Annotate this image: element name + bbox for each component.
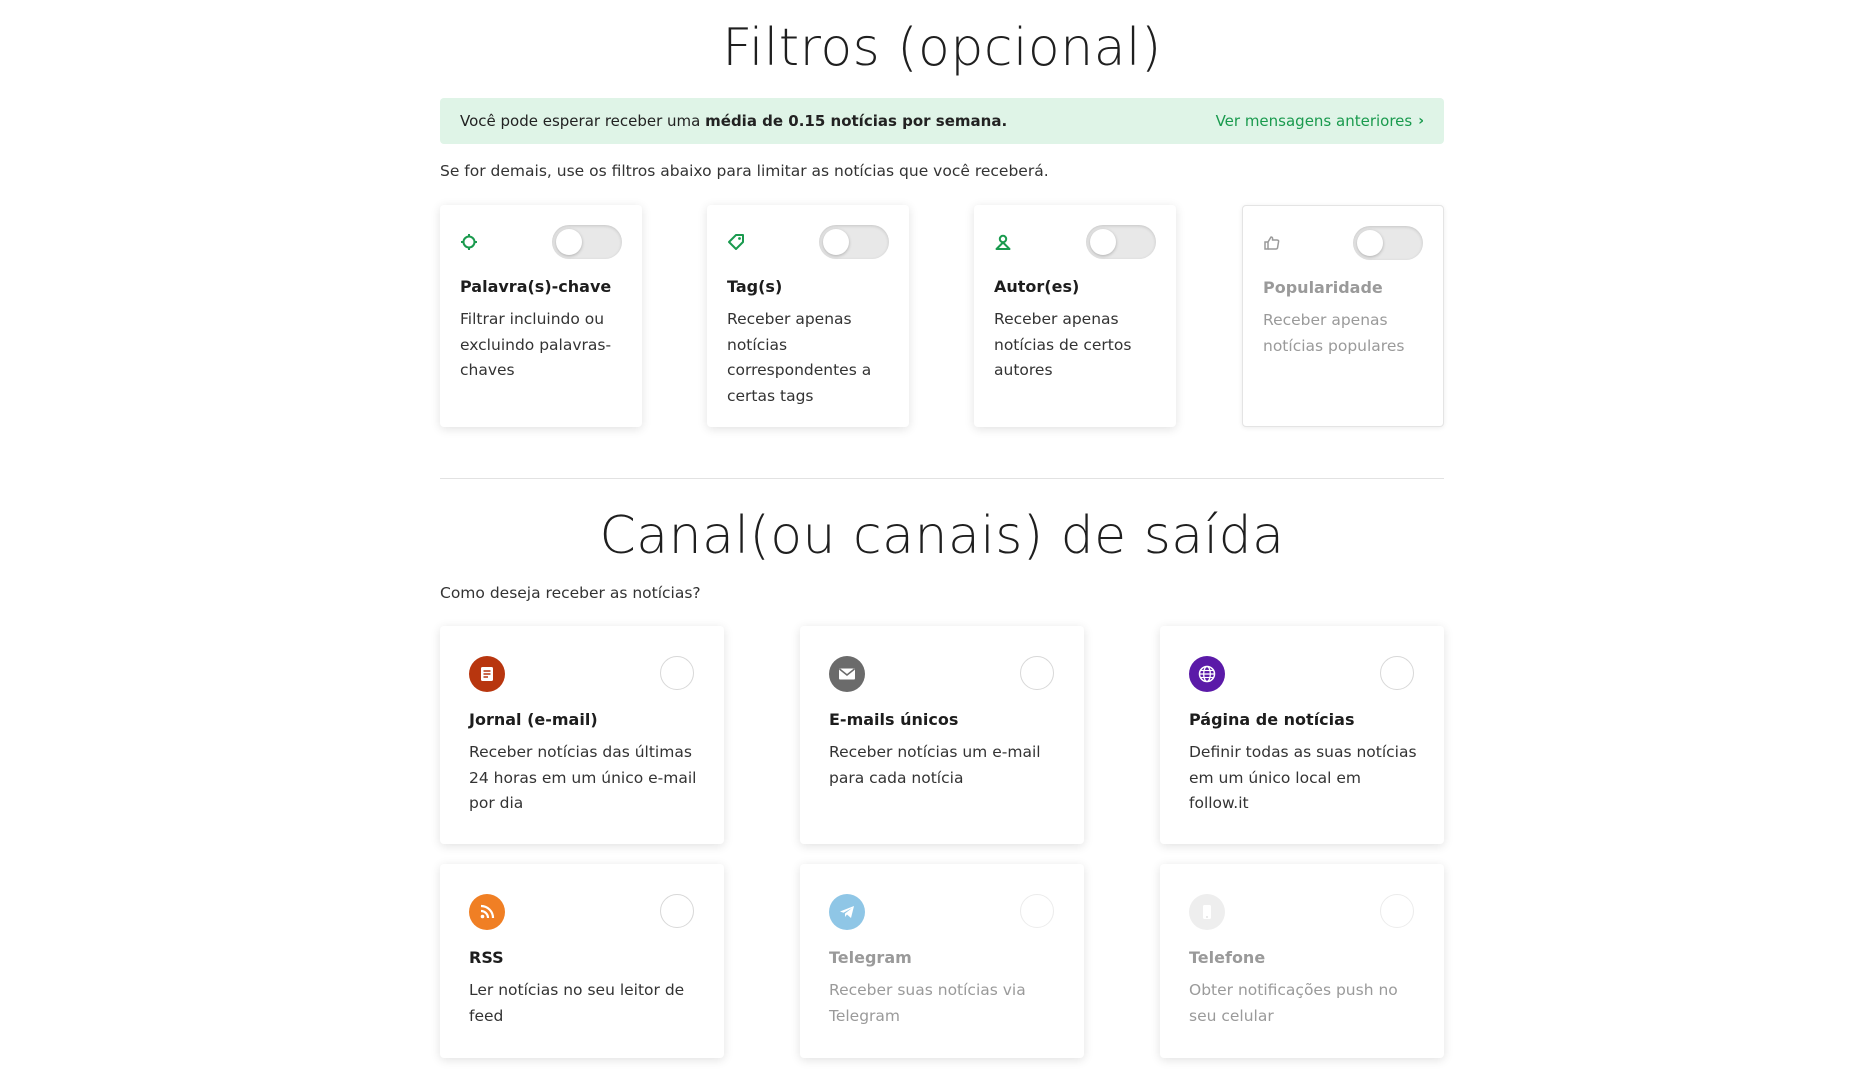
channel-card-news-page[interactable]: Página de notícias Definir todas as suas… [1160,626,1444,844]
channel-card-rss[interactable]: RSS Ler notícias no seu leitor de feed [440,864,724,1058]
tags-toggle[interactable] [819,225,889,259]
phone-radio[interactable] [1380,894,1414,928]
channel-title: Jornal (e-mail) [469,710,598,729]
info-prefix: Você pode esperar receber uma [460,112,706,130]
telegram-radio[interactable] [1020,894,1054,928]
filter-desc: Filtrar incluindo ou excluindo palavras-… [460,310,612,379]
channel-desc: Receber suas notícias via Telegram [829,981,1026,1025]
prev-messages-label: Ver mensagens anteriores [1215,112,1413,130]
channel-title: Telegram [829,948,912,967]
channel-desc: Receber notícias das últimas 24 horas em… [469,743,697,812]
authors-toggle[interactable] [1086,225,1156,259]
channel-title: Página de notícias [1189,710,1355,729]
toggle-knob [1357,230,1383,256]
popularity-toggle[interactable] [1353,226,1423,260]
toggle-knob [1090,229,1116,255]
newspaper-icon [469,656,505,692]
channel-card-newspaper[interactable]: Jornal (e-mail) Receber notícias das últ… [440,626,724,844]
filter-title: Popularidade [1263,278,1383,297]
filter-desc: Receber apenas notícias populares [1263,311,1405,355]
filter-card-keywords[interactable]: Palavra(s)-chave Filtrar incluindo ou ex… [440,205,642,427]
channel-title: RSS [469,948,504,967]
rss-icon [469,894,505,930]
prev-messages-link[interactable]: Ver mensagens anteriores › [1216,112,1424,130]
channels-title: Canal(ou canais) de saída [599,506,1285,566]
single-emails-radio[interactable] [1020,656,1054,690]
filter-card-authors[interactable]: Autor(es) Receber apenas notícias de cer… [974,205,1176,427]
channel-desc: Obter notificações push no seu celular [1189,981,1398,1025]
globe-icon [1189,656,1225,692]
page: Filtros (opcional) Você pode esperar rec… [0,0,1872,1080]
tag-icon [727,233,745,251]
info-average: média de 0.15 notícias por semana. [705,112,1008,130]
newspaper-radio[interactable] [660,656,694,690]
user-icon [994,233,1012,251]
channel-desc: Ler notícias no seu leitor de feed [469,981,685,1025]
info-text: Você pode esperar receber uma média de 0… [460,112,1007,130]
channels-hint: Como deseja receber as notícias? [440,584,701,602]
phone-icon [1189,894,1225,930]
section-divider [440,478,1444,479]
thumbs-up-icon [1263,234,1281,252]
filter-title: Autor(es) [994,277,1080,296]
channel-title: Telefone [1189,948,1266,967]
channel-card-phone[interactable]: Telefone Obter notificações push no seu … [1160,864,1444,1058]
toggle-knob [823,229,849,255]
filter-card-popularity[interactable]: Popularidade Receber apenas notícias pop… [1242,205,1444,427]
filters-hint: Se for demais, use os filtros abaixo par… [440,162,1049,180]
channel-desc: Definir todas as suas notícias em um úni… [1189,743,1417,812]
channel-card-telegram[interactable]: Telegram Receber suas notícias via Teleg… [800,864,1084,1058]
channel-title: E-mails únicos [829,710,959,729]
rss-radio[interactable] [660,894,694,928]
news-page-radio[interactable] [1380,656,1414,690]
chevron-right-icon: › [1418,113,1424,129]
filter-title: Tag(s) [727,277,783,296]
filter-desc: Receber apenas notícias de certos autore… [994,310,1132,379]
keywords-toggle[interactable] [552,225,622,259]
info-bar: Você pode esperar receber uma média de 0… [440,98,1444,144]
filter-title: Palavra(s)-chave [460,277,612,296]
envelope-icon [829,656,865,692]
filter-desc: Receber apenas notícias correspondentes … [727,310,872,405]
filter-card-tags[interactable]: Tag(s) Receber apenas notícias correspon… [707,205,909,427]
target-icon [460,233,478,251]
toggle-knob [556,229,582,255]
channel-desc: Receber notícias um e-mail para cada not… [829,743,1041,787]
telegram-icon [829,894,865,930]
filters-title: Filtros (opcional) [722,18,1162,78]
channel-card-single-emails[interactable]: E-mails únicos Receber notícias um e-mai… [800,626,1084,844]
